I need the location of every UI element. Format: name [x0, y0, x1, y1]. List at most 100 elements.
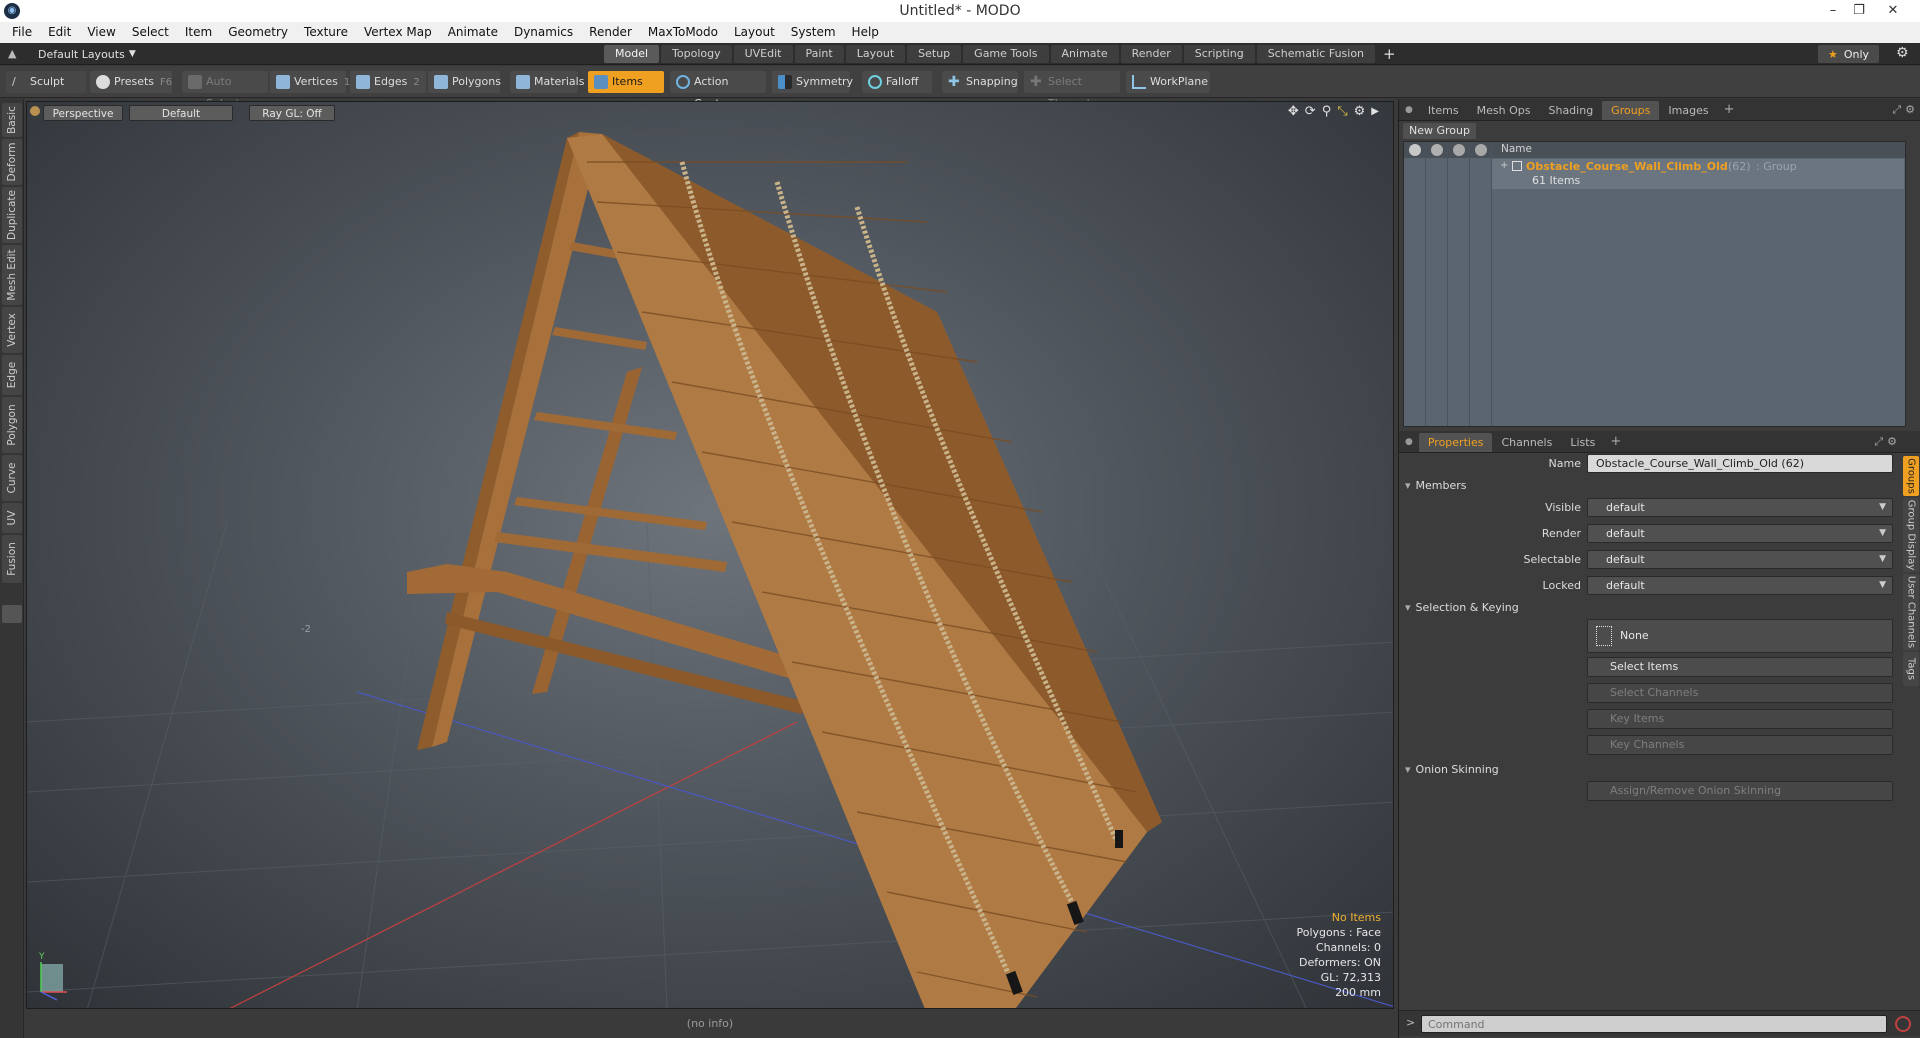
- menu-select[interactable]: Select: [124, 22, 177, 43]
- shading-style-button[interactable]: Default: [129, 105, 233, 121]
- fit-icon[interactable]: ⤡: [1337, 104, 1347, 119]
- side-tab-group-display[interactable]: Group Display: [1903, 498, 1919, 572]
- group-row[interactable]: + Obstacle_Course_Wall_Climb_Old (62) : …: [1492, 159, 1904, 189]
- locked-dropdown[interactable]: default ▼: [1587, 576, 1893, 595]
- falloff-button[interactable]: Falloff: [862, 71, 932, 93]
- minimize-icon[interactable]: –: [1820, 1, 1846, 21]
- name-field[interactable]: [1587, 454, 1893, 473]
- materials-button[interactable]: Materials: [510, 71, 584, 93]
- view-mode-button[interactable]: Perspective: [43, 105, 123, 121]
- restore-icon[interactable]: ❐: [1846, 1, 1872, 21]
- visible-dropdown[interactable]: default ▼: [1587, 498, 1893, 517]
- key-items-button[interactable]: Key Items: [1587, 709, 1893, 729]
- maximize-icon[interactable]: ⤢: [1874, 435, 1887, 449]
- zoom-icon[interactable]: ⚲: [1322, 104, 1332, 119]
- selectable-dropdown[interactable]: default ▼: [1587, 550, 1893, 569]
- menu-help[interactable]: Help: [844, 22, 887, 43]
- menu-view[interactable]: View: [79, 22, 123, 43]
- tab-model[interactable]: Model: [604, 45, 660, 63]
- vtab-basic[interactable]: Basic: [2, 103, 22, 137]
- tab-shading[interactable]: Shading: [1539, 101, 1602, 120]
- menu-dynamics[interactable]: Dynamics: [506, 22, 581, 43]
- panel-settings-icon[interactable]: ⚙: [1905, 103, 1920, 116]
- tab-schematic-fusion[interactable]: Schematic Fusion: [1256, 45, 1376, 63]
- add-tab-icon[interactable]: +: [1604, 434, 1627, 449]
- sculpt-button[interactable]: ∕ Sculpt: [6, 71, 86, 93]
- tab-groups[interactable]: Groups: [1602, 101, 1660, 120]
- menu-maxtomodo[interactable]: MaxToModo: [640, 22, 726, 43]
- tab-channels[interactable]: Channels: [1492, 433, 1561, 452]
- onion-skinning-section[interactable]: Onion Skinning: [1405, 763, 1499, 776]
- members-section[interactable]: Members: [1405, 479, 1467, 492]
- tab-items[interactable]: Items: [1419, 101, 1468, 120]
- raygl-button[interactable]: Ray GL: Off: [249, 105, 335, 121]
- polygons-button[interactable]: Polygons: [428, 71, 501, 93]
- menu-file[interactable]: File: [4, 22, 40, 43]
- climb-wall-model[interactable]: [407, 132, 1162, 1009]
- tab-images[interactable]: Images: [1659, 101, 1717, 120]
- menu-render[interactable]: Render: [581, 22, 640, 43]
- 3d-viewport[interactable]: -2 Y Perspective Default Ray GL: Off ✥ ⟳…: [26, 101, 1394, 1009]
- tab-topology[interactable]: Topology: [661, 45, 732, 63]
- vtab-vertex[interactable]: Vertex: [2, 307, 22, 353]
- tab-mesh-ops[interactable]: Mesh Ops: [1468, 101, 1540, 120]
- group-list[interactable]: Name + Obstacle_Course_Wall_Climb_Old (6…: [1403, 141, 1906, 427]
- vtab-deform[interactable]: Deform: [2, 139, 22, 185]
- expand-icon[interactable]: +: [1500, 160, 1508, 171]
- vtab-toggle-button[interactable]: [2, 605, 22, 623]
- workplane-button[interactable]: WorkPlane: [1126, 71, 1210, 93]
- add-tab-icon[interactable]: +: [1383, 45, 1396, 63]
- vtab-mesh-edit[interactable]: Mesh Edit: [2, 245, 22, 305]
- only-toggle[interactable]: ★ Only: [1818, 45, 1880, 63]
- snapping-button[interactable]: ✚ Snapping: [942, 71, 1018, 93]
- command-input[interactable]: [1421, 1015, 1887, 1033]
- tab-paint[interactable]: Paint: [794, 45, 844, 63]
- tab-render[interactable]: Render: [1120, 45, 1182, 63]
- key-channels-button[interactable]: Key Channels: [1587, 735, 1893, 755]
- side-tab-user-channels[interactable]: User Channels: [1903, 574, 1919, 650]
- side-tab-tags[interactable]: Tags: [1903, 652, 1919, 686]
- select-through-button[interactable]: ✚ Select Through: [1024, 71, 1120, 110]
- select-items-button[interactable]: Select Items: [1587, 657, 1893, 677]
- name-column-header[interactable]: Name: [1501, 143, 1532, 155]
- vtab-curve[interactable]: Curve: [2, 455, 22, 501]
- gear-icon[interactable]: ⚙: [1896, 45, 1909, 61]
- vtab-edge[interactable]: Edge: [2, 355, 22, 395]
- viewport-gear-icon[interactable]: ⚙: [1354, 104, 1366, 119]
- tab-uvedit[interactable]: UVEdit: [733, 45, 793, 63]
- panel-grip-icon[interactable]: ●: [1399, 105, 1419, 115]
- tab-lists[interactable]: Lists: [1561, 433, 1604, 452]
- viewport-scene[interactable]: -2 Y: [27, 102, 1394, 1009]
- vtab-uv[interactable]: UV: [2, 503, 22, 533]
- menu-geometry[interactable]: Geometry: [220, 22, 296, 43]
- vtab-fusion[interactable]: Fusion: [2, 535, 22, 583]
- action-center-button[interactable]: Action Center: [670, 71, 766, 110]
- expand-arrow-icon[interactable]: ▶: [1371, 106, 1379, 117]
- panel-settings-icon[interactable]: ⚙: [1887, 435, 1920, 448]
- menu-layout[interactable]: Layout: [726, 22, 783, 43]
- maximize-icon[interactable]: ⤢: [1892, 103, 1905, 117]
- menu-system[interactable]: System: [783, 22, 844, 43]
- tab-scripting[interactable]: Scripting: [1183, 45, 1255, 63]
- assign-onion-button[interactable]: Assign/Remove Onion Skinning: [1587, 781, 1893, 801]
- none-button[interactable]: None: [1587, 619, 1893, 653]
- layout-selector[interactable]: Default Layouts ▼: [38, 45, 136, 63]
- vtab-polygon[interactable]: Polygon: [2, 397, 22, 453]
- select-channels-button[interactable]: Select Channels: [1587, 683, 1893, 703]
- presets-button[interactable]: Presets F6: [90, 71, 172, 93]
- panel-grip-icon[interactable]: ●: [1399, 437, 1419, 447]
- menu-vertex-map[interactable]: Vertex Map: [356, 22, 440, 43]
- menu-edit[interactable]: Edit: [40, 22, 79, 43]
- vtab-duplicate[interactable]: Duplicate: [2, 187, 22, 243]
- close-icon[interactable]: ✕: [1880, 1, 1906, 21]
- vertices-button[interactable]: Vertices 1: [270, 71, 350, 93]
- edges-button[interactable]: Edges 2: [350, 71, 426, 93]
- stop-icon[interactable]: [1895, 1016, 1911, 1032]
- tab-setup[interactable]: Setup: [907, 45, 962, 63]
- add-tab-icon[interactable]: +: [1718, 102, 1741, 117]
- auto-select-button[interactable]: Auto Select: [182, 71, 268, 110]
- tab-game-tools[interactable]: Game Tools: [963, 45, 1049, 63]
- viewport-options-icon[interactable]: [30, 106, 40, 116]
- items-button[interactable]: Items: [588, 71, 664, 93]
- symmetry-button[interactable]: Symmetry: [772, 71, 853, 93]
